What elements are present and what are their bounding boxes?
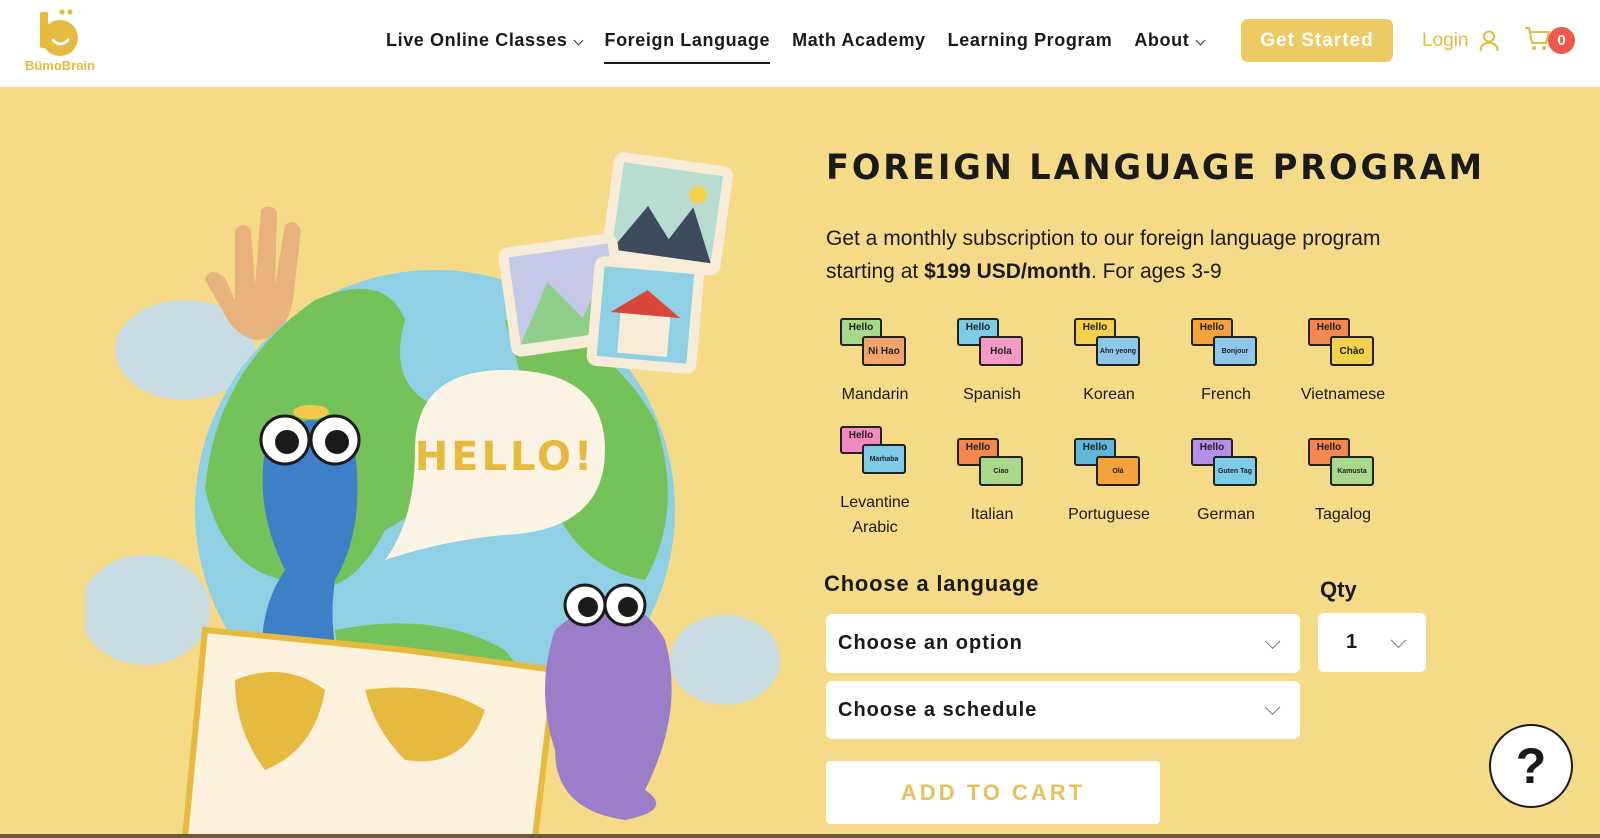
desc-text: . For ages 3-9 [1090,260,1222,283]
cloud-shape [85,555,210,665]
language-item[interactable]: Hello Kamusta Tagalog [1288,438,1398,527]
login-link[interactable]: Login [1422,30,1499,52]
greeting-bubbles-icon: Hello Chào [1308,318,1378,372]
add-to-cart-button[interactable]: ADD TO CART [826,761,1160,824]
schedule-select-value: Choose a schedule [838,698,1038,721]
language-name: Vietnamese [1300,386,1386,403]
logo-mark-icon [40,9,78,56]
purple-character [545,602,672,820]
speech-bubble-text: HELLO! [415,434,596,480]
greeting-bubble: Olá [1096,456,1140,486]
language-select-value: Choose an option [838,632,1023,654]
greeting-bubble: Ni Hao [862,336,906,366]
price-text: $199 USD/month [924,260,1091,283]
greeting-bubbles-icon: Hello Bonjour [1191,318,1261,372]
nav-label: Math Academy [792,30,926,50]
language-item[interactable]: Hello Ciao Italian [937,438,1047,527]
greeting-bubbles-icon: Hello Guten Tag [1191,438,1261,492]
greeting-bubble: Ahn yeong [1096,336,1140,366]
get-started-button[interactable]: Get Started [1241,19,1393,62]
language-item[interactable]: Hello Ni Hao Mandarin [820,318,930,407]
language-item[interactable]: Hello Chào Vietnamese [1288,318,1398,407]
schedule-select[interactable]: Choose a schedule [826,681,1300,739]
language-name: Tagalog [1314,506,1372,523]
language-name: Spanish [963,386,1021,403]
greeting-bubbles-icon: Hello Kamusta [1308,438,1378,492]
greeting-bubbles-icon: Hello Marhaba [840,426,910,480]
chevron-down-icon [1264,632,1281,649]
section-divider [0,834,1600,838]
greeting-bubble: Marhaba [862,444,906,474]
logo-text: BümoBrain [24,58,96,73]
language-name: German [1197,506,1255,523]
greeting-bubbles-icon: Hello Hola [957,318,1027,372]
language-item[interactable]: Hello Hola Spanish [937,318,1047,407]
greeting-bubble: Chào [1330,336,1374,366]
language-item[interactable]: Hello Ahn yeong Korean [1054,318,1164,407]
greeting-bubbles-icon: Hello Olá [1074,438,1144,492]
chevron-down-icon [1264,699,1281,716]
help-button[interactable]: ? [1489,724,1573,808]
cart-count-badge: 0 [1548,27,1575,54]
language-name: Mandarin [841,386,909,403]
page-title: FOREIGN LANGUAGE PROGRAM [826,148,1485,188]
greeting-bubbles-icon: Hello Ahn yeong [1074,318,1144,372]
chevron-down-icon [574,35,584,46]
language-item[interactable]: Hello Bonjour French [1171,318,1281,407]
site-header: BümoBrain Live Online Classes Foreign La… [0,0,1600,87]
cloud-shape [670,615,780,705]
nav-label: Live Online Classes [386,30,568,50]
chevron-down-icon [1195,35,1206,46]
language-name: Portuguese [1068,506,1150,523]
nav-label: Foreign Language [604,30,771,50]
world-map-shape [181,626,559,838]
language-name: French [1201,386,1251,403]
question-mark-icon: ? [1515,738,1547,794]
nav-math-academy[interactable]: Math Academy [781,30,937,60]
quantity-select[interactable]: 1 [1318,613,1426,672]
language-item[interactable]: Hello Marhaba Levantine Arabic [820,426,930,540]
language-name: Italian [970,506,1014,523]
language-item[interactable]: Hello Olá Portuguese [1054,438,1164,527]
nav-label: About [1134,30,1190,50]
photo-card-pagoda [586,256,705,374]
hero-illustration: HELLO! [85,152,780,838]
nav-about[interactable]: About [1123,30,1215,60]
greeting-bubble: Guten Tag [1213,456,1257,486]
language-item[interactable]: Hello Guten Tag German [1171,438,1281,527]
chevron-down-icon [1390,631,1407,648]
choose-language-label: Choose a language [824,571,1040,596]
login-label: Login [1422,30,1469,51]
program-description: Get a monthly subscription to our foreig… [826,222,1426,288]
language-name: Korean [1083,386,1135,403]
nav-learning-program[interactable]: Learning Program [937,30,1124,60]
greeting-bubbles-icon: Hello Ni Hao [840,318,910,372]
language-select[interactable]: Choose an option [826,614,1300,673]
user-icon [1479,30,1498,52]
main-nav: Live Online Classes Foreign Language Mat… [375,30,1215,64]
greeting-bubble: Ciao [979,456,1023,486]
logo[interactable]: BümoBrain [20,8,100,74]
language-name: Levantine Arabic [840,494,910,536]
nav-foreign-language[interactable]: Foreign Language [593,30,781,64]
nav-label: Learning Program [947,30,1113,50]
greeting-bubble: Kamusta [1330,456,1374,486]
greeting-bubble: Bonjour [1213,336,1257,366]
nav-live-online-classes[interactable]: Live Online Classes [375,30,593,60]
qty-label: Qty [1320,577,1357,602]
quantity-value: 1 [1346,631,1359,653]
greeting-bubble: Hola [979,336,1023,366]
greeting-bubbles-icon: Hello Ciao [957,438,1027,492]
